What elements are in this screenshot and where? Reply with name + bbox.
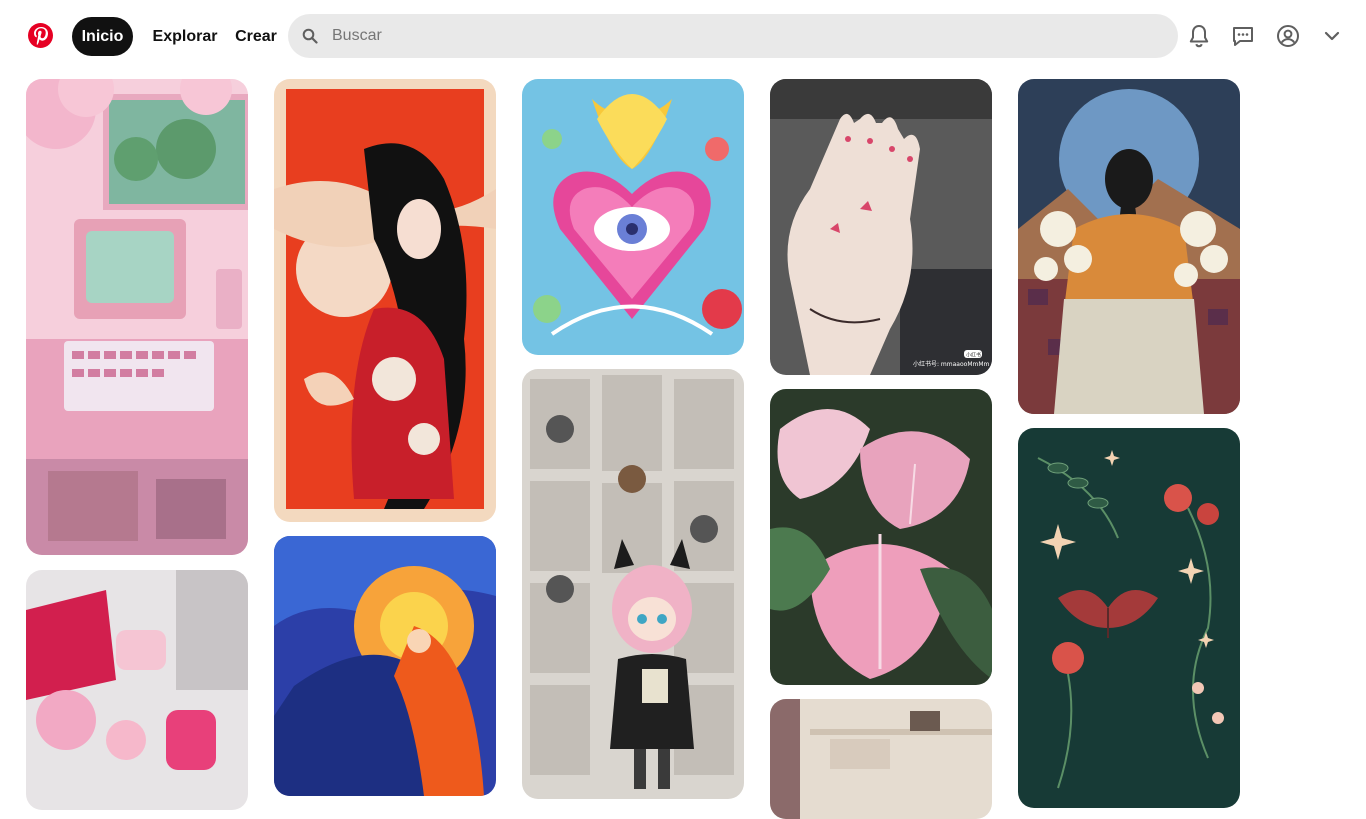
top-bar: Inicio Explorar Crear [0,0,1366,72]
pin-image [26,570,248,810]
pin-card-pink-items[interactable] [26,570,248,810]
pin-image [1018,79,1240,414]
user-circle-icon[interactable] [1276,24,1300,48]
search-bar[interactable] [288,14,1178,58]
nav-create-button[interactable]: Crear [232,17,280,56]
pin-image [522,79,744,355]
pinterest-logo-icon[interactable] [28,23,53,48]
pin-card-anime-newspaper[interactable] [522,369,744,799]
nav-home-button[interactable]: Inicio [72,17,133,56]
bell-icon[interactable] [1187,24,1211,48]
pin-card-colorful-kiss[interactable] [274,536,496,796]
pin-card-retro-desk[interactable] [26,79,248,555]
pin-card-pink-monstera[interactable] [770,389,992,685]
pin-image [1018,428,1240,808]
search-input[interactable] [330,26,1154,46]
pin-watermark-badge: 小红书 [966,352,981,359]
pin-image [274,79,496,522]
pin-image [26,79,248,555]
pin-image [274,536,496,796]
pin-image: 小红书号: mmaaooMmMm 小红书 [770,79,992,375]
pin-card-braided-woman[interactable] [1018,79,1240,414]
pin-image [522,369,744,799]
pin-card-sacred-heart[interactable] [522,79,744,355]
pin-watermark-caption: 小红书号: mmaaooMmMm [913,360,990,368]
chat-icon[interactable] [1231,24,1255,48]
pin-card-shelf-room[interactable] [770,699,992,819]
pin-image [770,389,992,685]
pin-image [770,699,992,819]
search-icon [302,28,318,44]
pin-card-hand-tattoo[interactable]: 小红书号: mmaaooMmMm 小红书 [770,79,992,375]
chevron-down-icon[interactable] [1320,24,1344,48]
pin-card-anime-girl[interactable] [274,79,496,522]
nav-explore-button[interactable]: Explorar [150,17,220,56]
pin-card-botanical-moth[interactable] [1018,428,1240,808]
